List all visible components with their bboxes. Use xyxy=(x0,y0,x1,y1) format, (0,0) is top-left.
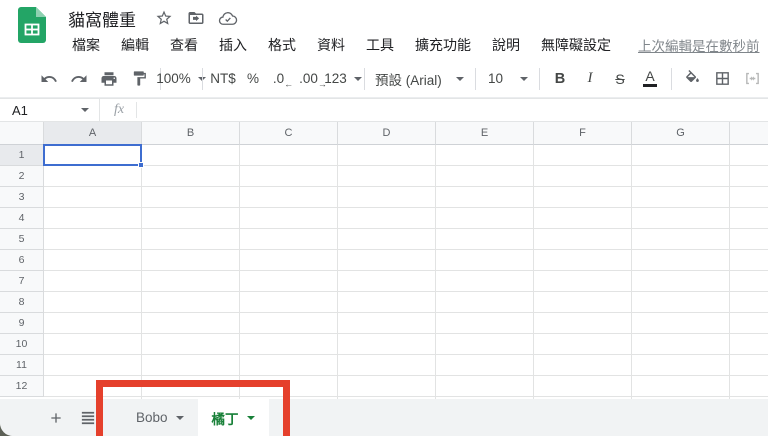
sheet-tab-label: 橘丁 xyxy=(212,408,239,428)
toolbar-divider xyxy=(475,68,476,90)
print-button[interactable] xyxy=(96,66,122,92)
column-header-D[interactable]: D xyxy=(338,122,436,145)
row-header-1[interactable]: 1 xyxy=(0,145,44,166)
cells-area[interactable] xyxy=(44,145,768,399)
more-formats-button[interactable]: 123 xyxy=(330,66,356,92)
menu-item-說明[interactable]: 說明 xyxy=(488,33,524,57)
menu-bar: 檔案編輯查看插入格式資料工具擴充功能說明無障礙設定 上次編輯是在數秒前 xyxy=(68,33,760,57)
all-sheets-button[interactable] xyxy=(76,406,100,430)
font-select[interactable]: 預設 (Arial) xyxy=(372,66,467,92)
row-header-12[interactable]: 12 xyxy=(0,376,44,397)
menu-item-查看[interactable]: 查看 xyxy=(166,33,202,57)
document-title[interactable]: 貓窩體重 xyxy=(68,6,136,31)
select-all-corner[interactable] xyxy=(0,122,44,145)
column-header-G[interactable]: G xyxy=(632,122,730,145)
left-arrow-icon: ← xyxy=(284,79,293,89)
toolbar-divider xyxy=(671,68,672,90)
sheet-tab-label: Bobo xyxy=(136,410,168,425)
row-header-3[interactable]: 3 xyxy=(0,187,44,208)
star-icon[interactable] xyxy=(152,6,176,30)
column-header-partial[interactable] xyxy=(730,122,768,145)
spreadsheet-grid: ABCDEFG 123456789101112 xyxy=(0,122,768,399)
title-block: 貓窩體重 檔案編輯查看插入格式資料工具擴充功能說 xyxy=(68,4,760,57)
column-headers: ABCDEFG xyxy=(44,122,768,145)
menu-item-無障礙設定[interactable]: 無障礙設定 xyxy=(537,33,615,57)
formula-input[interactable] xyxy=(137,99,768,121)
redo-button[interactable] xyxy=(66,66,92,92)
row-header-8[interactable]: 8 xyxy=(0,292,44,313)
toolbar: 100% NT$ % .0← .00→ 123 預設 (Arial) 10 xyxy=(0,60,768,98)
row-header-11[interactable]: 11 xyxy=(0,355,44,376)
chevron-down-icon xyxy=(81,108,89,112)
formula-bar: A1 fx xyxy=(0,98,768,122)
fill-handle[interactable] xyxy=(138,162,144,168)
fill-color-button[interactable] xyxy=(679,66,705,92)
row-header-4[interactable]: 4 xyxy=(0,208,44,229)
column-header-C[interactable]: C xyxy=(240,122,338,145)
menu-item-檔案[interactable]: 檔案 xyxy=(68,33,104,57)
row-header-5[interactable]: 5 xyxy=(0,229,44,250)
percent-format-button[interactable]: % xyxy=(240,66,266,92)
row-header-7[interactable]: 7 xyxy=(0,271,44,292)
topbar: 貓窩體重 檔案編輯查看插入格式資料工具擴充功能說 xyxy=(0,0,768,60)
column-header-A[interactable]: A xyxy=(44,122,142,145)
chevron-down-icon xyxy=(247,416,255,420)
menu-item-工具[interactable]: 工具 xyxy=(362,33,398,57)
menu-item-資料[interactable]: 資料 xyxy=(313,33,349,57)
cloud-saved-icon[interactable] xyxy=(216,6,240,30)
decrease-decimal-button[interactable]: .0← xyxy=(270,66,296,92)
name-box[interactable]: A1 xyxy=(0,99,100,121)
menu-items: 檔案編輯查看插入格式資料工具擴充功能說明無障礙設定 xyxy=(68,33,628,57)
zoom-select[interactable]: 100% xyxy=(168,66,194,92)
selected-cell-outline[interactable] xyxy=(43,144,142,166)
google-sheets-window: 貓窩體重 檔案編輯查看插入格式資料工具擴充功能說 xyxy=(0,0,768,436)
chevron-down-icon xyxy=(520,77,528,81)
column-header-F[interactable]: F xyxy=(534,122,632,145)
strikethrough-button[interactable]: S xyxy=(607,66,633,92)
row-headers: 123456789101112 xyxy=(0,145,44,397)
bold-button[interactable]: B xyxy=(547,66,573,92)
toolbar-divider xyxy=(539,68,540,90)
menu-item-格式[interactable]: 格式 xyxy=(264,33,300,57)
text-color-button[interactable]: A xyxy=(637,66,663,92)
font-size-select[interactable]: 10 xyxy=(485,66,531,92)
add-sheet-button[interactable] xyxy=(44,406,68,430)
toolbar-divider xyxy=(202,68,203,90)
sheets-logo-icon[interactable] xyxy=(18,7,46,43)
chevron-down-icon xyxy=(354,77,362,81)
chevron-down-icon xyxy=(176,416,184,420)
row-header-10[interactable]: 10 xyxy=(0,334,44,355)
merge-cells-button[interactable] xyxy=(739,66,765,92)
fx-icon: fx xyxy=(114,102,124,118)
toolbar-divider xyxy=(364,68,365,90)
sheet-tab-bar: Bobo 橘丁 xyxy=(0,399,768,436)
text-color-swatch xyxy=(643,84,657,87)
paint-format-button[interactable] xyxy=(126,66,152,92)
cell-reference: A1 xyxy=(12,103,28,118)
sheet-tab-橘丁[interactable]: 橘丁 xyxy=(198,399,269,436)
screenshot-stage: 貓窩體重 檔案編輯查看插入格式資料工具擴充功能說 xyxy=(0,0,768,436)
row-header-9[interactable]: 9 xyxy=(0,313,44,334)
undo-button[interactable] xyxy=(36,66,62,92)
italic-button[interactable]: I xyxy=(577,66,603,92)
menu-item-插入[interactable]: 插入 xyxy=(215,33,251,57)
menu-item-編輯[interactable]: 編輯 xyxy=(117,33,153,57)
menu-item-擴充功能[interactable]: 擴充功能 xyxy=(411,33,475,57)
last-edit-status[interactable]: 上次編輯是在數秒前 xyxy=(638,35,760,55)
sheet-tabs: Bobo 橘丁 xyxy=(122,399,269,436)
currency-format-button[interactable]: NT$ xyxy=(210,66,236,92)
sheet-tab-Bobo[interactable]: Bobo xyxy=(122,399,198,436)
row-header-2[interactable]: 2 xyxy=(0,166,44,187)
column-header-B[interactable]: B xyxy=(142,122,240,145)
row-header-6[interactable]: 6 xyxy=(0,250,44,271)
move-folder-icon[interactable] xyxy=(184,6,208,30)
right-arrow-icon: → xyxy=(318,79,327,89)
column-header-E[interactable]: E xyxy=(436,122,534,145)
borders-button[interactable] xyxy=(709,66,735,92)
increase-decimal-button[interactable]: .00→ xyxy=(300,66,326,92)
chevron-down-icon xyxy=(456,77,464,81)
